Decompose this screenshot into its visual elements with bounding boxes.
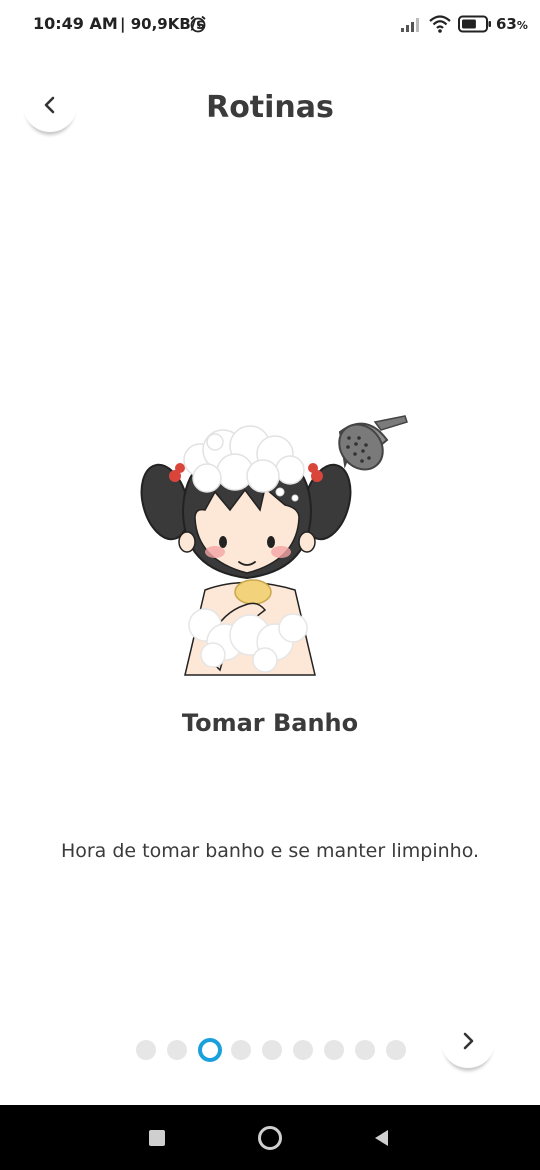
page-dot-active[interactable] [198, 1038, 222, 1062]
routine-title: Tomar Banho [181, 709, 359, 737]
recent-apps-icon[interactable] [149, 1130, 165, 1146]
page-dot[interactable] [136, 1040, 156, 1060]
back-icon[interactable] [372, 1128, 390, 1148]
page-dot[interactable] [293, 1040, 313, 1060]
battery-icon [458, 15, 491, 33]
page-dot[interactable] [386, 1040, 406, 1060]
status-bar: 10:49 AM | 90,9KB/s 63% [0, 0, 540, 50]
next-button[interactable] [441, 1014, 495, 1068]
routine-description: Hora de tomar banho e se manter limpinho… [60, 840, 480, 862]
page-dot[interactable] [231, 1040, 251, 1060]
home-icon[interactable] [257, 1125, 283, 1151]
alarm-icon [190, 15, 206, 33]
battery-percent: 63% [496, 15, 528, 33]
pagination-dots [136, 1038, 417, 1062]
page-dot[interactable] [324, 1040, 344, 1060]
status-time: 10:49 AM [33, 14, 118, 33]
chevron-right-icon [463, 1032, 474, 1050]
page-dot[interactable] [167, 1040, 187, 1060]
girl-showering-illustration [140, 415, 408, 676]
wifi-icon [429, 15, 451, 33]
page-title: Rotinas [206, 90, 334, 125]
signal-icon [401, 18, 419, 32]
system-nav-bar [0, 1105, 540, 1170]
page-dot[interactable] [355, 1040, 375, 1060]
page-dot[interactable] [262, 1040, 282, 1060]
